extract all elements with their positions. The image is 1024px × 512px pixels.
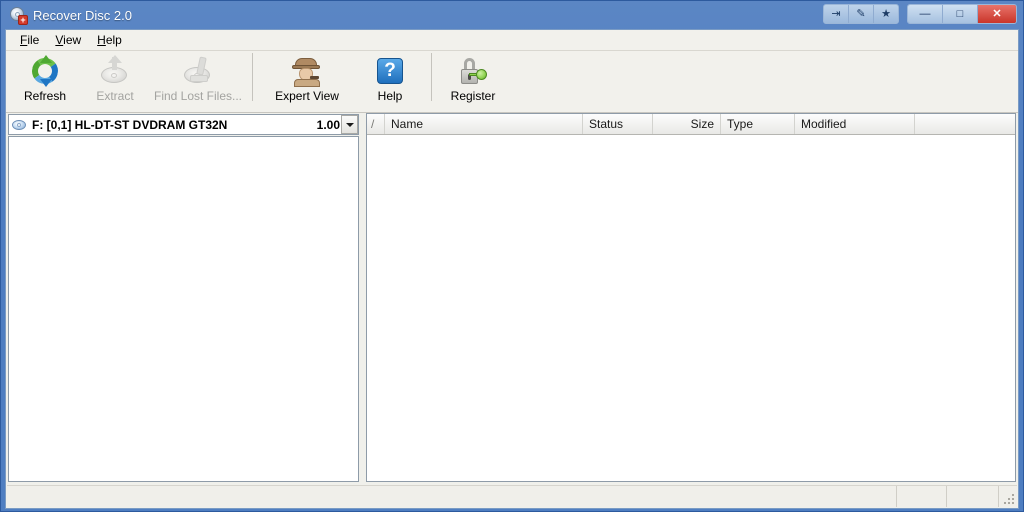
favorite-button[interactable]: ★ <box>874 5 898 23</box>
pin-button[interactable]: ⇥ <box>824 5 849 23</box>
find-lost-files-icon <box>182 55 214 87</box>
menu-help-accel: H <box>97 33 106 47</box>
system-caption-buttons: — □ ✕ <box>907 4 1017 24</box>
close-button[interactable]: ✕ <box>978 5 1016 23</box>
application-window: + Recover Disc 2.0 ⇥ ✎ ★ — □ ✕ File View… <box>0 0 1024 512</box>
register-button-label: Register <box>450 89 496 103</box>
menu-view-label: iew <box>63 33 82 47</box>
expert-view-button-label: Expert View <box>275 89 339 103</box>
menu-help[interactable]: Help <box>91 31 132 49</box>
extract-button[interactable]: Extract <box>80 51 150 109</box>
extract-disc-icon <box>99 55 131 87</box>
menu-view[interactable]: View <box>49 31 91 49</box>
refresh-icon <box>29 55 61 87</box>
resize-grip-icon[interactable] <box>999 486 1017 507</box>
find-lost-files-button-label: Find Lost Files... <box>153 89 243 103</box>
drive-selector-wrap: F: [0,1] HL-DT-ST DVDRAM GT32N 1.00 <box>8 114 361 136</box>
aux-caption-buttons: ⇥ ✎ ★ <box>823 4 899 24</box>
menu-file[interactable]: File <box>14 31 49 49</box>
menu-bar: File View Help <box>6 30 1018 51</box>
toolbar-separator-2 <box>431 53 432 101</box>
lock-key-icon <box>457 55 489 87</box>
file-list-body[interactable] <box>367 135 1015 481</box>
column-header-type[interactable]: Type <box>721 114 795 134</box>
file-list-header: / Name Status Size Type Modified <box>367 114 1015 135</box>
status-panel-3 <box>947 486 999 507</box>
client-area: File View Help Refresh Extract Find Lost… <box>5 29 1019 509</box>
column-header-status[interactable]: Status <box>583 114 653 134</box>
minimize-button[interactable]: — <box>908 5 943 23</box>
file-list-pane: / Name Status Size Type Modified <box>366 113 1016 482</box>
register-button[interactable]: Register <box>438 51 508 109</box>
drive-selector-version: 1.00 <box>316 117 340 132</box>
refresh-button[interactable]: Refresh <box>10 51 80 109</box>
column-header-slash[interactable]: / <box>367 114 385 134</box>
column-header-name[interactable]: Name <box>385 114 583 134</box>
window-title: Recover Disc 2.0 <box>33 7 132 23</box>
expert-view-button[interactable]: Expert View <box>259 51 355 109</box>
help-question-icon: ? <box>374 55 406 87</box>
title-bar: + Recover Disc 2.0 ⇥ ✎ ★ — □ ✕ <box>5 1 1019 29</box>
column-header-modified[interactable]: Modified <box>795 114 915 134</box>
toolbar: Refresh Extract Find Lost Files... Exper… <box>6 51 1018 113</box>
left-pane: F: [0,1] HL-DT-ST DVDRAM GT32N 1.00 <box>6 113 361 482</box>
help-button-label: Help <box>377 89 403 103</box>
panels-row: F: [0,1] HL-DT-ST DVDRAM GT32N 1.00 / Na… <box>6 113 1018 482</box>
caption-button-group: ⇥ ✎ ★ — □ ✕ <box>823 4 1017 24</box>
find-lost-files-button[interactable]: Find Lost Files... <box>150 51 246 109</box>
status-bar <box>7 485 1017 507</box>
extract-button-label: Extract <box>96 89 134 103</box>
maximize-button[interactable]: □ <box>943 5 978 23</box>
disc-plus-icon: + <box>9 6 28 25</box>
detective-icon <box>291 55 323 87</box>
directory-tree-pane[interactable] <box>8 136 359 482</box>
status-message <box>7 486 897 507</box>
toolbar-separator-1 <box>252 53 253 101</box>
menu-help-label: elp <box>105 33 122 47</box>
column-header-filler[interactable] <box>915 114 1015 134</box>
chevron-down-icon[interactable] <box>341 115 358 134</box>
refresh-button-label: Refresh <box>23 89 67 103</box>
drive-selector-value: F: [0,1] HL-DT-ST DVDRAM GT32N <box>32 117 228 132</box>
help-button[interactable]: ? Help <box>355 51 425 109</box>
menu-file-label: ile <box>27 33 40 47</box>
menu-view-accel: V <box>55 33 64 47</box>
drive-selector[interactable]: F: [0,1] HL-DT-ST DVDRAM GT32N 1.00 <box>8 114 359 135</box>
status-panel-2 <box>897 486 947 507</box>
snip-button[interactable]: ✎ <box>849 5 874 23</box>
optical-drive-icon <box>12 117 28 133</box>
column-header-size[interactable]: Size <box>653 114 721 134</box>
